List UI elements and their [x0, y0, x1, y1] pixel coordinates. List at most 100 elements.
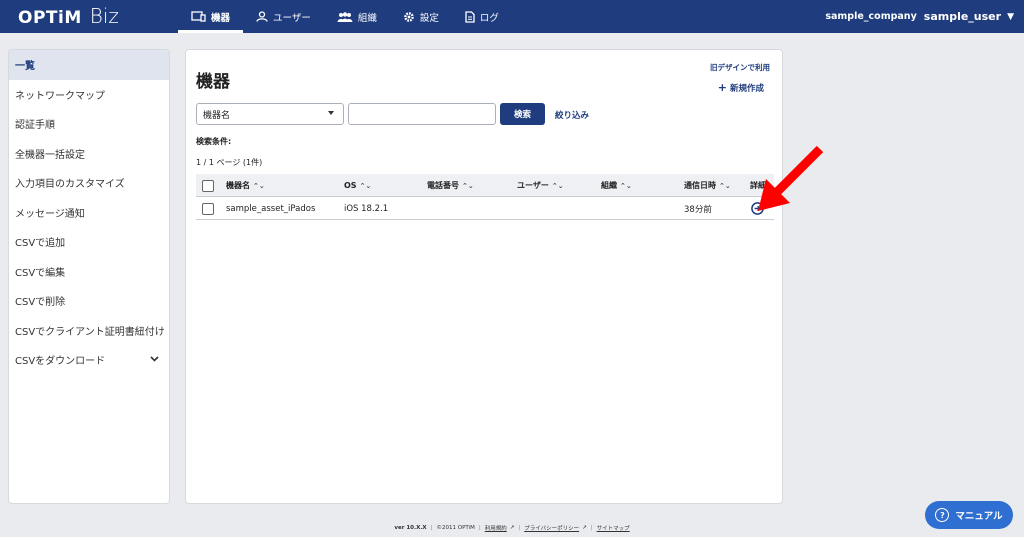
select-all-checkbox-cell: [202, 174, 214, 197]
sidebar-item-label: CSVで編集: [15, 267, 66, 279]
sidebar-item-list[interactable]: 一覧: [9, 50, 169, 80]
column-user[interactable]: ユーザー ⌃⌄: [517, 174, 564, 197]
manual-button[interactable]: ? マニュアル: [925, 501, 1013, 529]
user-icon: [256, 11, 268, 22]
plus-icon: +: [717, 81, 727, 94]
column-last-comm[interactable]: 通信日時 ⌃⌄: [684, 174, 731, 197]
nav-devices[interactable]: 機器: [178, 0, 244, 33]
sidebar-item-label: メッセージ通知: [15, 208, 85, 220]
nav-organizations-label: 組織: [357, 12, 377, 24]
sidebar-item-customize-fields[interactable]: 入力項目のカスタマイズ: [9, 168, 169, 198]
company-name: sample_company: [825, 11, 917, 22]
sidebar-item-label: 全機器一括設定: [15, 149, 85, 161]
page-count: 1 / 1 ページ (1件): [196, 158, 263, 167]
manual-label: マニュアル: [955, 511, 1003, 522]
column-label: 通信日時: [684, 181, 716, 190]
terms-link[interactable]: 利用規約: [485, 524, 507, 532]
sidebar-item-label: CSVで削除: [15, 297, 66, 309]
row-checkbox[interactable]: [202, 202, 214, 215]
search-field-select[interactable]: 機器名: [196, 103, 344, 125]
sitemap-link[interactable]: サイトマップ: [597, 524, 630, 532]
external-link-icon: ↗: [582, 525, 587, 531]
help-icon: ?: [935, 508, 950, 522]
sort-icon: ⌃⌄: [719, 181, 731, 190]
table-header: 機器名 ⌃⌄ OS ⌃⌄ 電話番号 ⌃⌄ ユーザー ⌃⌄ 組織 ⌃⌄ 通信日時 ⌃⌄ 詳細: [196, 174, 774, 197]
sort-icon: ⌃⌄: [253, 181, 265, 190]
devices-table: 機器名 ⌃⌄ OS ⌃⌄ 電話番号 ⌃⌄ ユーザー ⌃⌄ 組織 ⌃⌄ 通信日時 ⌃⌄ 詳細: [196, 174, 774, 220]
log-icon: [465, 10, 475, 23]
column-device-name[interactable]: 機器名 ⌃⌄: [226, 174, 265, 197]
gear-icon: [403, 11, 415, 23]
red-pointer-arrow-icon: [758, 145, 824, 211]
account-menu[interactable]: sample_company sample_user ▼: [825, 0, 1014, 33]
nav-devices-label: 機器: [211, 12, 231, 24]
sort-icon: ⌃⌄: [551, 181, 564, 190]
device-icon: [191, 11, 206, 22]
chevron-down-icon: [150, 354, 159, 365]
column-label: 電話番号: [427, 181, 459, 190]
sidebar-item-auth-steps[interactable]: 認証手順: [9, 109, 169, 139]
sort-icon: ⌃⌄: [359, 181, 372, 190]
sidebar-item-csv-add[interactable]: CSVで追加: [9, 227, 169, 257]
sidebar-item-label: ネットワークマップ: [15, 90, 105, 102]
sidebar-item-message-notify[interactable]: メッセージ通知: [9, 198, 169, 228]
sidebar-item-csv-download[interactable]: CSVをダウンロード: [9, 345, 169, 375]
new-create-label: 新規作成: [729, 84, 764, 94]
main-nav: 機器 ユーザー 組織 設定 ログ: [178, 0, 512, 33]
column-organization[interactable]: 組織 ⌃⌄: [601, 174, 632, 197]
search-input[interactable]: [348, 103, 496, 125]
sidebar-item-network-map[interactable]: ネットワークマップ: [9, 80, 169, 110]
dropdown-arrow-icon: [328, 111, 334, 115]
table-row[interactable]: sample_asset_iPados iOS 18.2.1 38分前: [196, 197, 774, 220]
nav-settings-label: 設定: [419, 12, 439, 24]
column-label: 機器名: [226, 181, 250, 190]
device-name-cell[interactable]: sample_asset_iPados: [226, 197, 315, 220]
new-create-button[interactable]: + 新規作成: [718, 81, 764, 94]
sidebar-item-bulk-settings[interactable]: 全機器一括設定: [9, 139, 169, 169]
sidebar-item-label: 一覧: [15, 61, 35, 73]
top-header: OPTiM Biz 機器 ユーザー 組織 設定 ログ sample_compan…: [0, 0, 1024, 33]
old-design-link[interactable]: 旧デザインで利用: [710, 62, 770, 73]
logo-main: OPTiM: [18, 8, 82, 28]
footer-separator: |: [430, 525, 433, 531]
privacy-link[interactable]: プライバシーポリシー: [524, 524, 579, 532]
sort-icon: ⌃⌄: [620, 181, 632, 190]
footer: ver 10.X.X | ©2011 OPTiM | 利用規約 ↗ | プライバ…: [0, 524, 1024, 532]
version-text: ver 10.X.X: [394, 525, 427, 531]
sidebar-item-label: CSVで追加: [15, 238, 66, 250]
organization-icon: [337, 11, 353, 22]
main-panel: 機器 旧デザインで利用 + 新規作成 機器名 検索 絞り込み 検索条件: 1 / …: [185, 49, 783, 504]
logo-sub: Biz: [89, 4, 119, 28]
sidebar-item-label: 入力項目のカスタマイズ: [15, 179, 125, 191]
sidebar-item-csv-delete[interactable]: CSVで削除: [9, 286, 169, 316]
sort-icon: ⌃⌄: [462, 181, 474, 190]
search-button[interactable]: 検索: [500, 103, 545, 125]
sidebar-item-csv-edit[interactable]: CSVで編集: [9, 257, 169, 287]
column-label: OS: [344, 181, 357, 190]
row-checkbox-cell: [202, 197, 214, 220]
sidebar-item-label: CSVをダウンロード: [15, 356, 106, 368]
sidebar-item-csv-cert[interactable]: CSVでクライアント証明書紐付け: [9, 316, 169, 346]
footer-separator: |: [518, 525, 521, 531]
nav-organizations[interactable]: 組織: [324, 0, 390, 33]
column-phone[interactable]: 電話番号 ⌃⌄: [427, 174, 474, 197]
optim-biz-logo[interactable]: OPTiM Biz: [18, 4, 119, 28]
select-all-checkbox[interactable]: [202, 179, 214, 192]
sidebar: 一覧 ネットワークマップ 認証手順 全機器一括設定 入力項目のカスタマイズ メッ…: [8, 49, 170, 504]
caret-down-icon: ▼: [1007, 11, 1014, 22]
column-os[interactable]: OS ⌃⌄: [344, 174, 371, 197]
footer-separator: |: [478, 525, 481, 531]
search-field-value: 機器名: [203, 110, 231, 121]
footer-separator: |: [590, 525, 593, 531]
filter-link[interactable]: 絞り込み: [555, 109, 589, 121]
search-conditions-label: 検索条件:: [196, 137, 232, 146]
nav-users[interactable]: ユーザー: [243, 0, 324, 33]
last-comm-cell: 38分前: [684, 204, 712, 215]
sidebar-item-label: 認証手順: [15, 120, 55, 132]
user-name: sample_user: [923, 10, 1002, 23]
nav-logs-label: ログ: [479, 12, 499, 24]
nav-logs[interactable]: ログ: [452, 0, 512, 33]
nav-users-label: ユーザー: [273, 12, 311, 24]
nav-settings[interactable]: 設定: [390, 0, 452, 33]
copyright-text: ©2011 OPTiM: [436, 525, 475, 531]
